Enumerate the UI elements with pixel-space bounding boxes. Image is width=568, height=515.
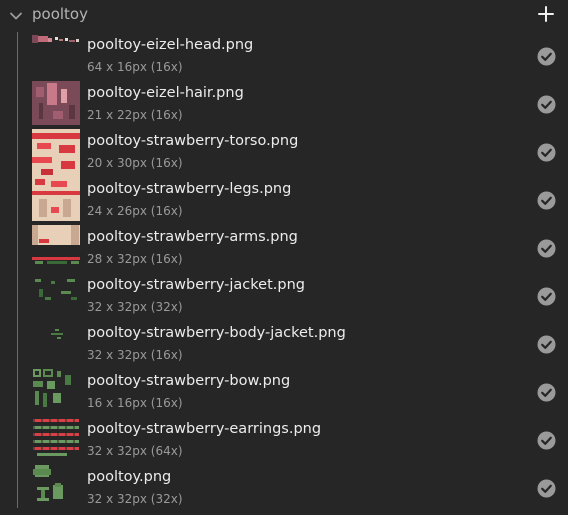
file-dimensions: 21 x 22px (16x) (87, 108, 183, 122)
file-name: pooltoy-strawberry-legs.png (87, 181, 292, 197)
check-circle-icon (537, 383, 556, 402)
list-item[interactable]: pooltoy.png 32 x 32px (32x) (0, 465, 568, 513)
file-dimensions: 16 x 16px (16x) (87, 396, 183, 410)
file-name: pooltoy-strawberry-body-jacket.png (87, 325, 346, 341)
sprite-thumbnail (31, 369, 80, 417)
file-name: pooltoy-strawberry-torso.png (87, 133, 299, 149)
sprite-thumbnail (31, 177, 80, 225)
file-dimensions: 32 x 32px (32x) (87, 300, 183, 314)
sprite-thumbnail (31, 225, 80, 273)
check-circle-icon (537, 191, 556, 210)
check-circle-icon (537, 239, 556, 258)
check-circle-icon (537, 287, 556, 306)
file-name: pooltoy-strawberry-earrings.png (87, 421, 322, 437)
list-item[interactable]: pooltoy-strawberry-earrings.png 32 x 32p… (0, 417, 568, 465)
list-item[interactable]: pooltoy-strawberry-jacket.png 32 x 32px … (0, 273, 568, 321)
sprite-thumbnail (31, 33, 80, 81)
file-name: pooltoy-eizel-head.png (87, 37, 254, 53)
folder-header[interactable]: pooltoy (0, 0, 568, 30)
file-dimensions: 20 x 30px (16x) (87, 156, 183, 170)
check-circle-icon (537, 47, 556, 66)
check-circle-icon (537, 479, 556, 498)
check-circle-icon (537, 143, 556, 162)
file-dimensions: 32 x 32px (64x) (87, 444, 183, 458)
check-circle-icon (537, 431, 556, 450)
folder-title[interactable]: pooltoy (32, 5, 88, 23)
file-name: pooltoy-strawberry-arms.png (87, 229, 298, 245)
check-circle-icon (537, 335, 556, 354)
file-name: pooltoy.png (87, 469, 172, 485)
file-name: pooltoy-strawberry-bow.png (87, 373, 291, 389)
file-name: pooltoy-eizel-hair.png (87, 85, 244, 101)
list-item[interactable]: pooltoy-strawberry-bow.png 16 x 16px (16… (0, 369, 568, 417)
list-item[interactable]: pooltoy-eizel-hair.png 21 x 22px (16x) (0, 81, 568, 129)
check-circle-icon (537, 95, 556, 114)
file-dimensions: 28 x 32px (16x) (87, 252, 183, 266)
list-item[interactable]: pooltoy-eizel-head.png 64 x 16px (16x) (0, 33, 568, 81)
file-dimensions: 64 x 16px (16x) (87, 60, 183, 74)
chevron-down-icon[interactable] (8, 8, 24, 24)
file-dimensions: 32 x 32px (32x) (87, 492, 183, 506)
sprite-thumbnail (31, 417, 80, 465)
sprite-thumbnail (31, 465, 80, 513)
file-dimensions: 32 x 32px (16x) (87, 348, 183, 362)
sprite-thumbnail (31, 321, 80, 369)
file-name: pooltoy-strawberry-jacket.png (87, 277, 305, 293)
asset-panel: pooltoy pooltoy-eizel-head.png 64 x 16px… (0, 0, 568, 515)
plus-icon[interactable] (537, 5, 555, 23)
file-dimensions: 24 x 26px (16x) (87, 204, 183, 218)
sprite-thumbnail (31, 81, 80, 129)
list-item[interactable]: pooltoy-strawberry-legs.png 24 x 26px (1… (0, 177, 568, 225)
sprite-thumbnail (31, 273, 80, 321)
list-item[interactable]: pooltoy-strawberry-torso.png 20 x 30px (… (0, 129, 568, 177)
list-item[interactable]: pooltoy-strawberry-arms.png 28 x 32px (1… (0, 225, 568, 273)
list-item[interactable]: pooltoy-strawberry-body-jacket.png 32 x … (0, 321, 568, 369)
sprite-thumbnail (31, 129, 80, 177)
